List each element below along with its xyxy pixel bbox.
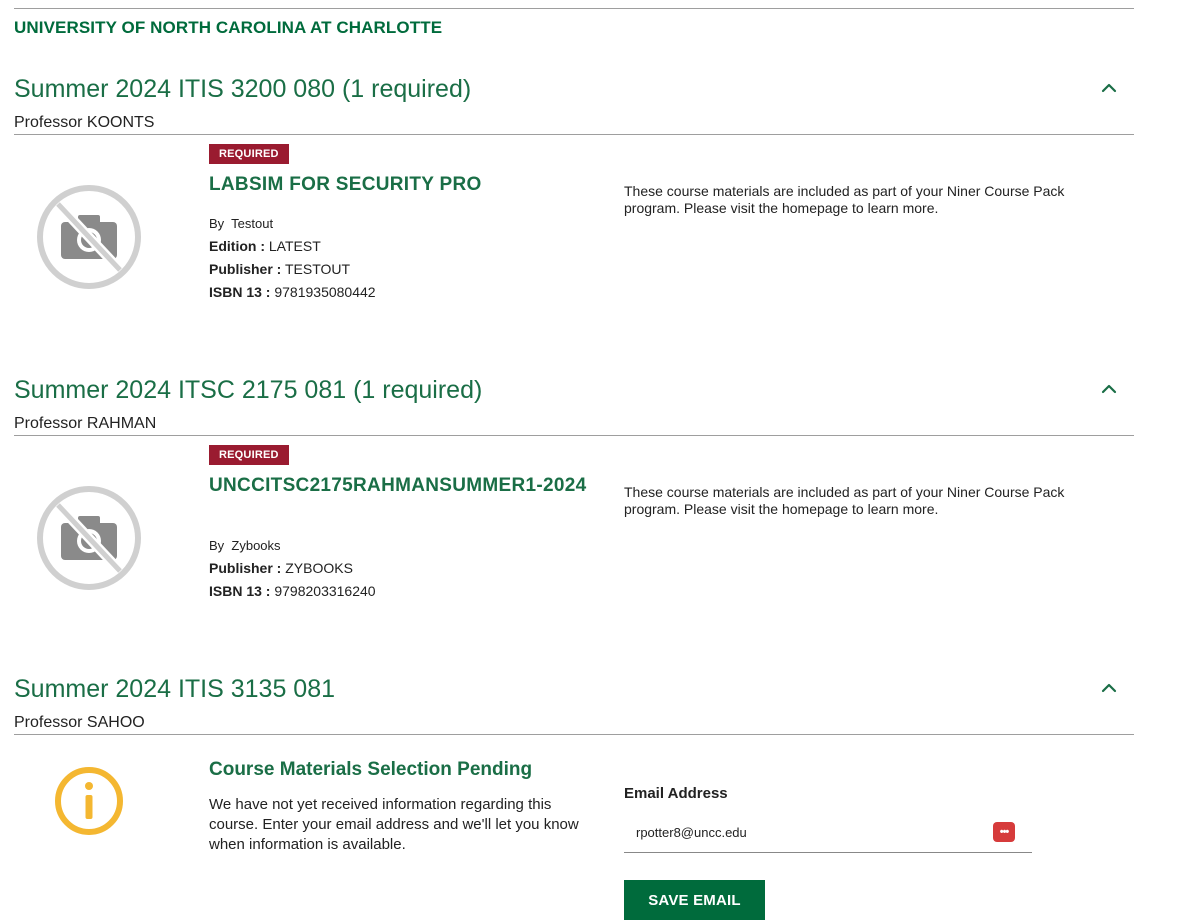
- course-pack-note: These course materials are included as p…: [624, 183, 1065, 216]
- section-divider: [14, 435, 1134, 436]
- pending-message: We have not yet received information reg…: [209, 796, 579, 853]
- collapse-chevron-up-icon[interactable]: [1100, 679, 1118, 697]
- publisher-label: Publisher :: [209, 261, 282, 277]
- professor-name: Professor RAHMAN: [14, 415, 157, 432]
- school-name: UNIVERSITY OF NORTH CAROLINA AT CHARLOTT…: [14, 18, 443, 37]
- author: Zybooks: [231, 538, 281, 553]
- collapse-chevron-up-icon[interactable]: [1100, 380, 1118, 398]
- publisher-line: Publisher : ZYBOOKS: [209, 557, 376, 580]
- isbn-value: 9781935080442: [274, 284, 376, 300]
- publisher-label: Publisher :: [209, 560, 282, 576]
- publisher-line: Publisher : TESTOUT: [209, 258, 376, 281]
- edition-value: LATEST: [268, 238, 321, 254]
- section-divider: [14, 134, 1134, 135]
- author-line: By Zybooks: [209, 534, 376, 557]
- edition-line: Edition : LATEST: [209, 235, 376, 258]
- course-title: Summer 2024 ITIS 3135 081: [14, 675, 336, 703]
- book-meta: By Zybooks Publisher : ZYBOOKS ISBN 13 :…: [209, 534, 376, 603]
- book-meta: By Testout Edition : LATEST Publisher : …: [209, 212, 376, 304]
- section-divider: [14, 734, 1134, 735]
- edition-label: Edition :: [209, 238, 265, 254]
- textbook-page: UNIVERSITY OF NORTH CAROLINA AT CHARLOTT…: [0, 0, 1198, 921]
- email-input[interactable]: [624, 813, 1032, 853]
- isbn-label: ISBN 13 :: [209, 583, 271, 599]
- author-line: By Testout: [209, 212, 376, 235]
- password-manager-icon[interactable]: •••: [993, 822, 1015, 842]
- required-badge: REQUIRED: [209, 144, 289, 164]
- no-image-icon: [37, 185, 141, 289]
- by-prefix: By: [209, 538, 225, 553]
- professor-name: Professor SAHOO: [14, 714, 145, 731]
- pending-title: Course Materials Selection Pending: [209, 759, 533, 780]
- book-title[interactable]: LABSIM FOR SECURITY PRO: [209, 174, 589, 195]
- isbn-line: ISBN 13 : 9781935080442: [209, 281, 376, 304]
- publisher-value: ZYBOOKS: [285, 560, 353, 576]
- by-prefix: By: [209, 216, 225, 231]
- isbn-line: ISBN 13 : 9798203316240: [209, 580, 376, 603]
- collapse-chevron-up-icon[interactable]: [1100, 79, 1118, 97]
- isbn-label: ISBN 13 :: [209, 284, 271, 300]
- info-icon: [55, 767, 123, 835]
- course-title: Summer 2024 ITIS 3200 080 (1 required): [14, 75, 472, 103]
- author: Testout: [231, 216, 274, 231]
- email-label: Email Address: [624, 785, 728, 802]
- professor-name: Professor KOONTS: [14, 114, 155, 131]
- top-divider: [14, 8, 1134, 9]
- required-badge: REQUIRED: [209, 445, 289, 465]
- isbn-value: 9798203316240: [274, 583, 376, 599]
- save-email-button[interactable]: SAVE EMAIL: [624, 880, 765, 920]
- book-title[interactable]: UNCCITSC2175RAHMANSUMMER1-2024: [209, 475, 589, 496]
- no-image-icon: [37, 486, 141, 590]
- course-pack-note: These course materials are included as p…: [624, 484, 1065, 517]
- course-title: Summer 2024 ITSC 2175 081 (1 required): [14, 376, 483, 404]
- publisher-value: TESTOUT: [285, 261, 351, 277]
